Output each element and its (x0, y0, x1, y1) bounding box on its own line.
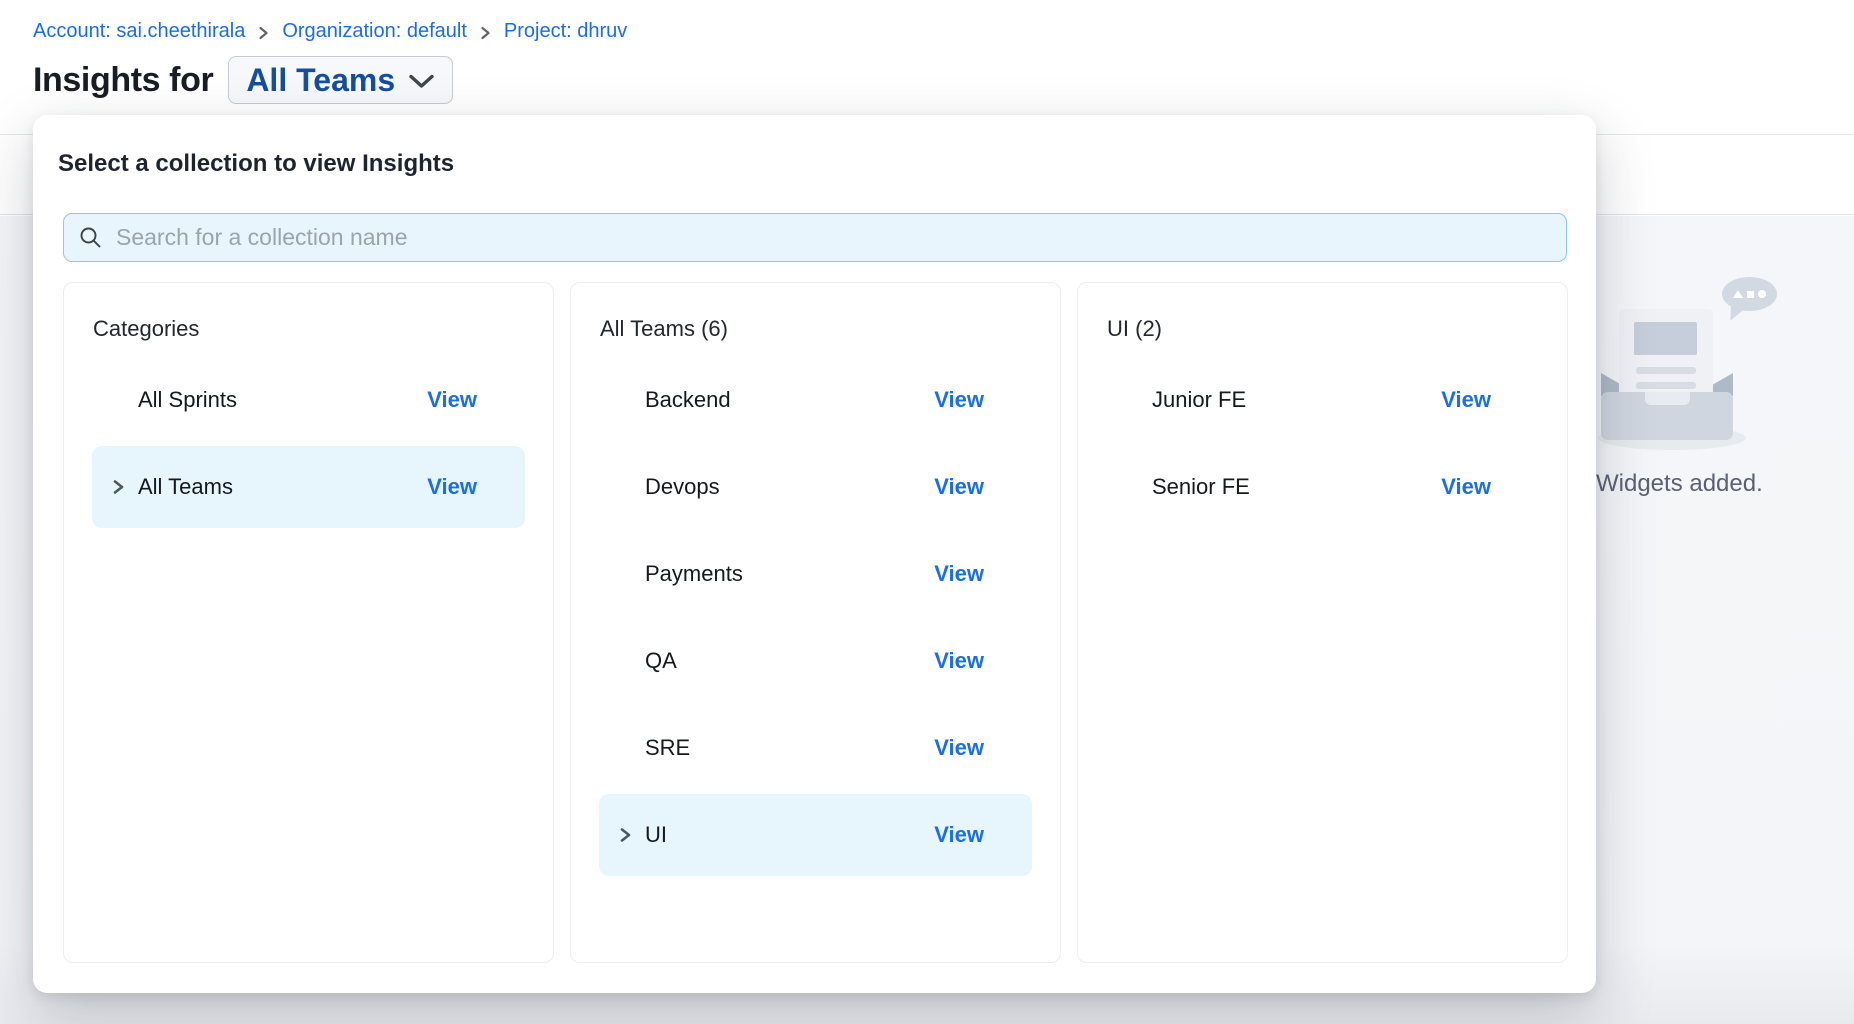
column-header: UI (2) (1107, 316, 1567, 342)
collection-row-sre[interactable]: SRE View (599, 707, 1032, 789)
triangle-shape-icon (1733, 290, 1743, 298)
breadcrumb-separator-icon (480, 25, 491, 41)
column-all-teams: All Teams (6) Backend View Devops View P… (570, 282, 1061, 963)
collection-row-backend[interactable]: Backend View (599, 359, 1032, 441)
collection-row-senior-fe[interactable]: Senior FE View (1106, 446, 1539, 528)
view-link[interactable]: View (934, 561, 984, 587)
empty-state-message: Widgets added. (1596, 470, 1763, 498)
view-link[interactable]: View (1441, 474, 1491, 500)
collection-label: All Sprints (138, 387, 237, 413)
breadcrumb-link-project[interactable]: Project: dhruv (504, 20, 627, 43)
collection-label: QA (645, 648, 677, 674)
collection-row-payments[interactable]: Payments View (599, 533, 1032, 615)
collection-label: Senior FE (1152, 474, 1250, 500)
collection-row-junior-fe[interactable]: Junior FE View (1106, 359, 1539, 441)
title-row: Insights for All Teams (33, 56, 453, 104)
inbox-tray-icon (1601, 392, 1733, 440)
collection-label: Backend (645, 387, 731, 413)
collection-columns: Categories All Sprints View All Teams Vi… (63, 282, 1568, 963)
breadcrumb-link-organization[interactable]: Organization: default (282, 20, 467, 43)
chevron-right-icon (112, 478, 138, 496)
search-icon (79, 226, 103, 250)
view-link[interactable]: View (427, 474, 477, 500)
chevron-down-icon (408, 73, 435, 90)
empty-state: Widgets added. (1590, 270, 1820, 510)
page-title: Insights for (33, 61, 213, 100)
collection-row-all-sprints[interactable]: All Sprints View (92, 359, 525, 441)
collection-label: Payments (645, 561, 743, 587)
collection-row-ui[interactable]: UI View (599, 794, 1032, 876)
view-link[interactable]: View (1441, 387, 1491, 413)
document-text-line (1636, 382, 1696, 389)
column-categories: Categories All Sprints View All Teams Vi… (63, 282, 554, 963)
collection-dropdown-label: All Teams (246, 62, 395, 99)
view-link[interactable]: View (934, 387, 984, 413)
collection-row-all-teams[interactable]: All Teams View (92, 446, 525, 528)
collection-row-qa[interactable]: QA View (599, 620, 1032, 702)
document-text-line (1636, 367, 1696, 374)
collection-label: UI (645, 822, 667, 848)
collection-dropdown-button[interactable]: All Teams (228, 56, 453, 104)
search-bar[interactable] (63, 213, 1567, 262)
chevron-right-icon (619, 826, 645, 844)
inbox-tray-notch (1645, 392, 1690, 405)
speech-bubble-tail (1727, 306, 1744, 324)
insights-page: Account: sai.cheethirala Organization: d… (0, 0, 1854, 1024)
column-ui: UI (2) Junior FE View Senior FE View (1077, 282, 1568, 963)
breadcrumb: Account: sai.cheethirala Organization: d… (33, 20, 627, 43)
view-link[interactable]: View (934, 474, 984, 500)
view-link[interactable]: View (427, 387, 477, 413)
view-link[interactable]: View (934, 822, 984, 848)
collection-picker-popover: Select a collection to view Insights Cat… (33, 115, 1596, 993)
column-header: Categories (93, 316, 553, 342)
circle-shape-icon (1758, 290, 1766, 298)
view-link[interactable]: View (934, 735, 984, 761)
view-link[interactable]: View (934, 648, 984, 674)
popover-title: Select a collection to view Insights (58, 150, 454, 178)
collection-label: SRE (645, 735, 690, 761)
document-illustration (1619, 309, 1713, 401)
collection-row-devops[interactable]: Devops View (599, 446, 1032, 528)
column-header: All Teams (6) (600, 316, 1060, 342)
collection-label: All Teams (138, 474, 233, 500)
collection-label: Devops (645, 474, 720, 500)
breadcrumb-link-account[interactable]: Account: sai.cheethirala (33, 20, 245, 43)
search-input[interactable] (116, 224, 1551, 251)
collection-label: Junior FE (1152, 387, 1246, 413)
square-shape-icon (1747, 291, 1754, 298)
document-image-block (1634, 322, 1697, 355)
breadcrumb-separator-icon (258, 25, 269, 41)
